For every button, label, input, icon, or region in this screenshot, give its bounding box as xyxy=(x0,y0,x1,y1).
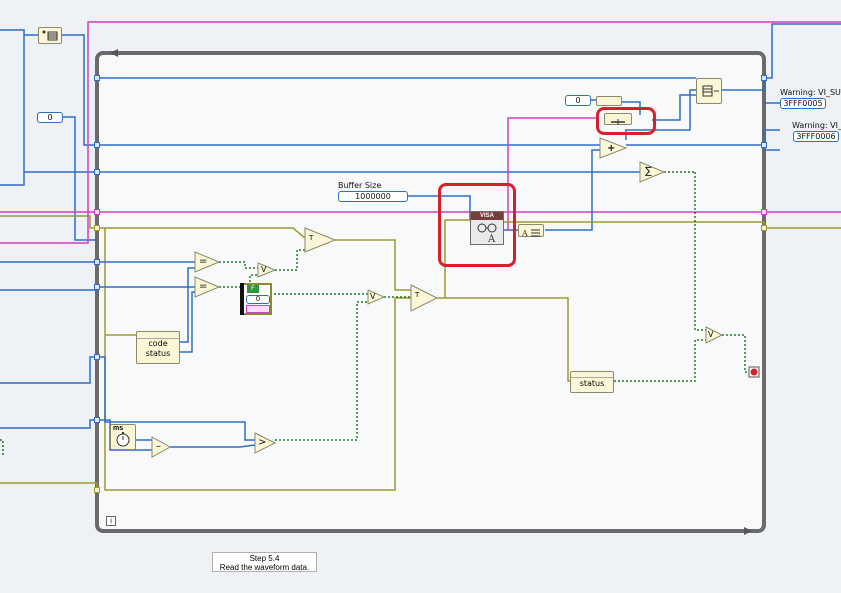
free-label-note: Step 5.4 Read the waveform data. xyxy=(212,552,317,572)
note-line-1: Step 5.4 xyxy=(249,554,280,563)
tick-count-node[interactable]: ms xyxy=(110,424,136,450)
add-label: + xyxy=(607,143,616,154)
tunnel xyxy=(94,284,100,290)
tunnel xyxy=(94,142,100,148)
string-to-byte-node[interactable]: A xyxy=(518,224,544,238)
wire xyxy=(62,116,97,241)
array-icon xyxy=(42,30,58,41)
equal-label-2: = xyxy=(199,281,208,292)
tick-count-label: ms xyxy=(113,425,124,432)
info-icon[interactable]: i xyxy=(106,516,116,526)
tunnel xyxy=(94,75,100,81)
build-array-node[interactable] xyxy=(38,27,62,44)
tunnel xyxy=(94,417,100,423)
wire xyxy=(0,439,4,455)
equal-label-1: = xyxy=(199,256,208,267)
unbundle-header xyxy=(137,332,179,339)
buffer-size-label: Buffer Size xyxy=(338,181,382,190)
wire xyxy=(0,215,97,229)
stop-icon xyxy=(750,368,758,376)
array-index-node[interactable] xyxy=(596,96,622,106)
tunnel xyxy=(94,487,100,493)
subtract-label: – xyxy=(156,441,161,452)
wire xyxy=(0,29,25,186)
highlight-box xyxy=(596,107,656,135)
warning-label-1: Warning: VI_SUC xyxy=(780,88,841,97)
svg-text:A: A xyxy=(521,229,528,238)
build-array-node-2[interactable] xyxy=(696,78,722,104)
or-label-2: V xyxy=(370,292,376,301)
hex-constant-1[interactable]: 3FFF0005 xyxy=(780,98,826,109)
unbundle-by-name-node[interactable]: code status xyxy=(136,331,180,364)
tunnel xyxy=(761,225,767,231)
unbundle-code: code xyxy=(148,339,168,348)
case-structure[interactable]: F 0 xyxy=(240,283,272,315)
numeric-constant[interactable]: 0 xyxy=(246,295,270,304)
wire xyxy=(0,482,98,490)
unbundle-status: status xyxy=(145,349,171,358)
case-border xyxy=(240,283,244,315)
array-icon xyxy=(702,85,719,97)
case-inner-wire xyxy=(246,305,270,313)
case-selector-true[interactable]: F xyxy=(247,285,259,293)
tunnel xyxy=(94,209,100,215)
highlight-box xyxy=(438,183,516,267)
tunnel xyxy=(94,354,100,360)
tunnel xyxy=(94,259,100,265)
or-label-3: V xyxy=(708,330,714,339)
warning-label-2: Warning: VI_ xyxy=(792,121,841,130)
note-line-2: Read the waveform data. xyxy=(219,563,310,572)
greater-label: > xyxy=(258,437,267,448)
wire xyxy=(0,356,97,384)
tunnel xyxy=(94,225,100,231)
numeric-constant[interactable]: 0 xyxy=(565,95,591,106)
or-label-1: V xyxy=(261,265,267,274)
numeric-constant[interactable]: 0 xyxy=(37,112,63,123)
hex-constant-2[interactable]: 3FFF0006 xyxy=(793,131,839,142)
buffer-size-constant[interactable]: 1000000 xyxy=(338,191,408,202)
tunnel xyxy=(761,142,767,148)
select-label-2: T xyxy=(415,291,420,299)
select-label-1: T xyxy=(309,234,314,242)
unbundle-status-2: status xyxy=(579,379,605,388)
wire xyxy=(62,34,97,146)
sum-label: ∑ xyxy=(645,166,652,177)
wire xyxy=(0,419,97,429)
string-icon: A xyxy=(521,229,540,238)
tunnel xyxy=(94,169,100,175)
stopwatch-icon xyxy=(116,432,130,447)
tunnel xyxy=(761,209,767,215)
unbundle-by-name-node-2[interactable]: status xyxy=(570,371,614,393)
tunnel xyxy=(761,75,767,81)
